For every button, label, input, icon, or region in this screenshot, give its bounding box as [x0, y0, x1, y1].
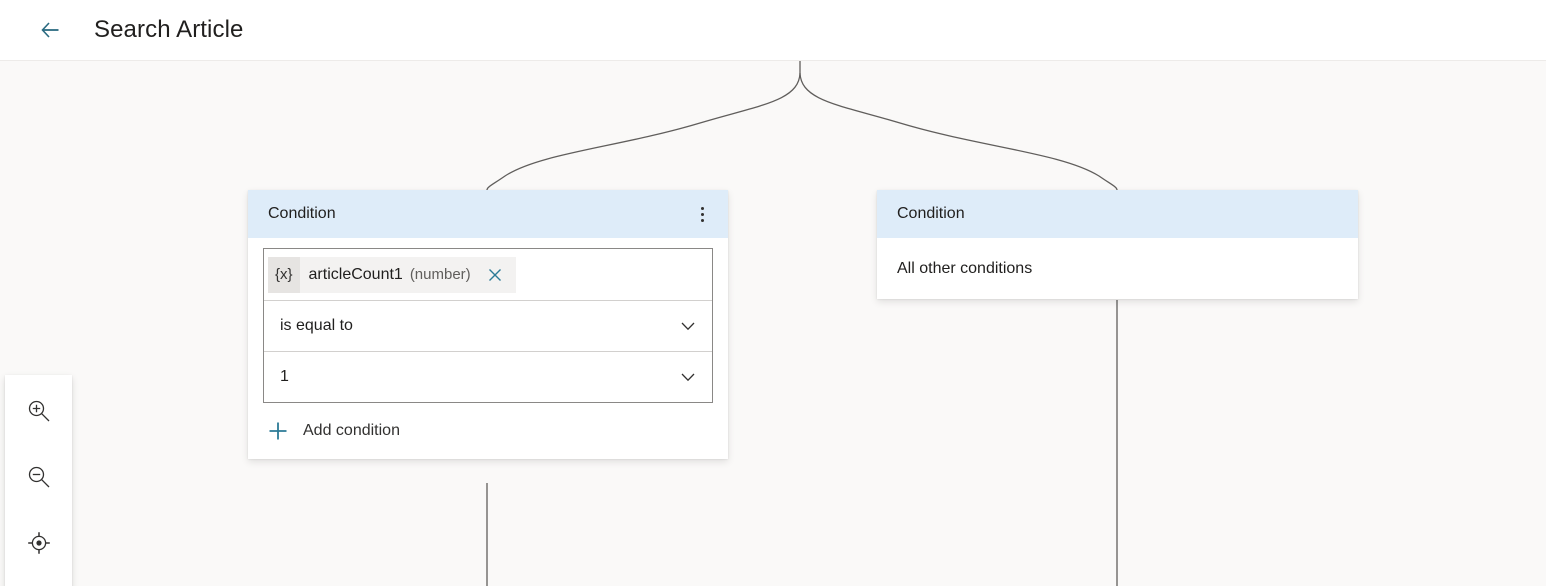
condition-variable-field[interactable]: {x} articleCount1 (number)	[264, 249, 712, 300]
kebab-dot	[701, 219, 704, 222]
chevron-down-icon[interactable]	[680, 369, 696, 385]
all-other-conditions-node[interactable]: Condition All other conditions	[877, 190, 1358, 299]
condition-value-select[interactable]: 1	[264, 351, 712, 402]
fit-to-screen-button[interactable]	[17, 523, 61, 567]
kebab-dot	[701, 213, 704, 216]
all-other-conditions-body: All other conditions	[877, 238, 1358, 299]
zoom-toolbar	[5, 375, 72, 586]
condition-field-stack: {x} articleCount1 (number) is equal to	[263, 248, 713, 403]
connector-lines	[0, 61, 1546, 586]
kebab-dot	[701, 207, 704, 210]
flow-canvas[interactable]: Condition {x} articleCount1 (number)	[0, 61, 1546, 586]
page-title: Search Article	[94, 16, 243, 44]
condition-node-body: {x} articleCount1 (number) is equal to	[248, 238, 728, 459]
plus-icon	[267, 420, 289, 442]
all-other-conditions-title: Condition	[897, 205, 1346, 223]
variable-icon: {x}	[268, 257, 300, 293]
condition-operator-value: is equal to	[280, 317, 672, 335]
condition-node-header: Condition	[248, 190, 728, 238]
back-button[interactable]	[28, 8, 72, 52]
crosshair-target-icon	[26, 530, 52, 561]
close-icon[interactable]	[486, 266, 504, 284]
variable-name: articleCount1	[309, 266, 403, 284]
add-condition-button[interactable]: Add condition	[263, 403, 713, 459]
all-other-conditions-header: Condition	[877, 190, 1358, 238]
condition-node-title: Condition	[268, 205, 688, 223]
top-command-bar: Search Article	[0, 0, 1546, 61]
variable-type: (number)	[410, 266, 471, 283]
arrow-left-icon	[36, 16, 64, 44]
zoom-in-icon	[26, 398, 52, 429]
condition-value: 1	[280, 368, 672, 386]
zoom-out-icon	[26, 464, 52, 495]
add-condition-label: Add condition	[303, 422, 400, 440]
condition-node[interactable]: Condition {x} articleCount1 (number)	[248, 190, 728, 459]
zoom-in-button[interactable]	[17, 391, 61, 435]
chevron-down-icon[interactable]	[680, 318, 696, 334]
variable-chip[interactable]: {x} articleCount1 (number)	[268, 257, 516, 293]
zoom-out-button[interactable]	[17, 457, 61, 501]
condition-operator-select[interactable]: is equal to	[264, 300, 712, 351]
kebab-menu-icon[interactable]	[688, 200, 716, 228]
all-other-conditions-text: All other conditions	[897, 260, 1032, 278]
